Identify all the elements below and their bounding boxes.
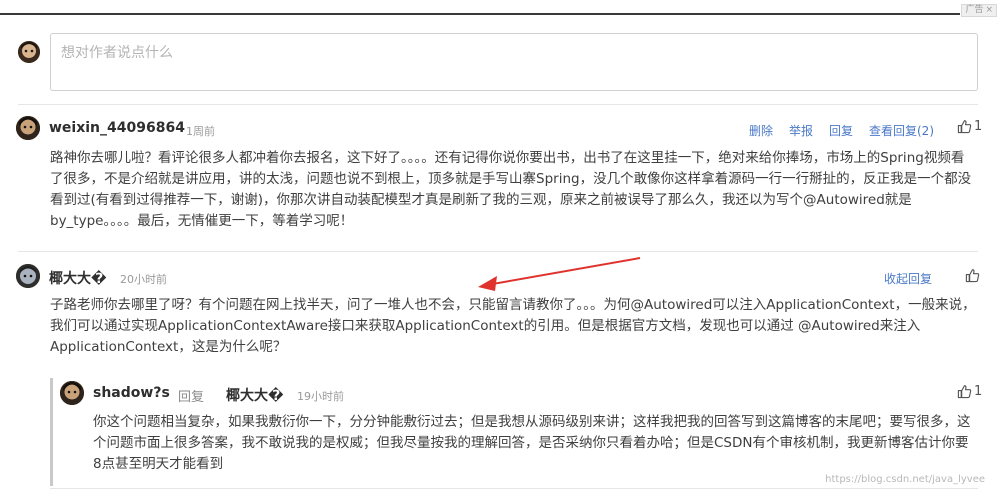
reply-body: 你这个问题相当复杂，如果我敷衍你一下，分分钟能敷衍过去；但是我想从源码级别来讲；… [93, 414, 971, 472]
divider [50, 488, 978, 489]
ad-badge[interactable]: 广告 × [961, 4, 997, 17]
like-count: 1 [974, 384, 983, 399]
like-button[interactable] [965, 268, 982, 283]
ad-label: 广告 [965, 5, 984, 15]
view-replies-button[interactable]: 查看回复(2) [869, 122, 934, 139]
comment-time: 1周前 [186, 125, 215, 138]
reply-thread-bar [50, 378, 53, 486]
comment-input-box[interactable] [50, 33, 978, 91]
like-count: 1 [974, 119, 983, 134]
watermark: https://blog.csdn.net/java_lyvee [825, 474, 985, 485]
like-button[interactable]: 1 [957, 119, 982, 134]
divider [18, 104, 978, 105]
thumbs-up-icon [957, 120, 972, 134]
comment-author[interactable]: weixin_44096864 [49, 120, 185, 136]
comment-body: 路神你去哪儿啦？看评论很多人都冲着你去报名，这下好了。。。。还有记得你说你要出书… [50, 150, 972, 229]
avatar[interactable] [16, 116, 40, 140]
comment-time: 20小时前 [120, 273, 167, 286]
top-border [0, 13, 960, 15]
avatar[interactable] [60, 381, 84, 405]
thumbs-up-icon [957, 385, 972, 399]
collapse-replies-button[interactable]: 收起回复 [884, 270, 932, 287]
reply-target[interactable]: 椰大大� [226, 385, 284, 405]
comment-input[interactable] [51, 34, 977, 90]
reply-button[interactable]: 回复 [829, 122, 853, 139]
reply-time: 19小时前 [297, 390, 344, 403]
reply-author[interactable]: shadow?s [93, 385, 170, 401]
comment-body: 子路老师你去哪里了呀？有个问题在网上找半天，问了一堆人也不会，只能留言请教你了。… [50, 297, 976, 355]
divider [18, 251, 978, 252]
like-button[interactable]: 1 [957, 384, 982, 399]
delete-button[interactable]: 删除 [749, 122, 773, 139]
reply-word[interactable]: 回复 [178, 386, 204, 405]
avatar[interactable] [18, 41, 40, 63]
close-icon[interactable]: × [985, 5, 993, 15]
thumbs-up-icon [965, 269, 980, 283]
report-button[interactable]: 举报 [789, 122, 813, 139]
comment-author[interactable]: 椰大大� [49, 268, 107, 288]
avatar[interactable] [16, 264, 40, 288]
